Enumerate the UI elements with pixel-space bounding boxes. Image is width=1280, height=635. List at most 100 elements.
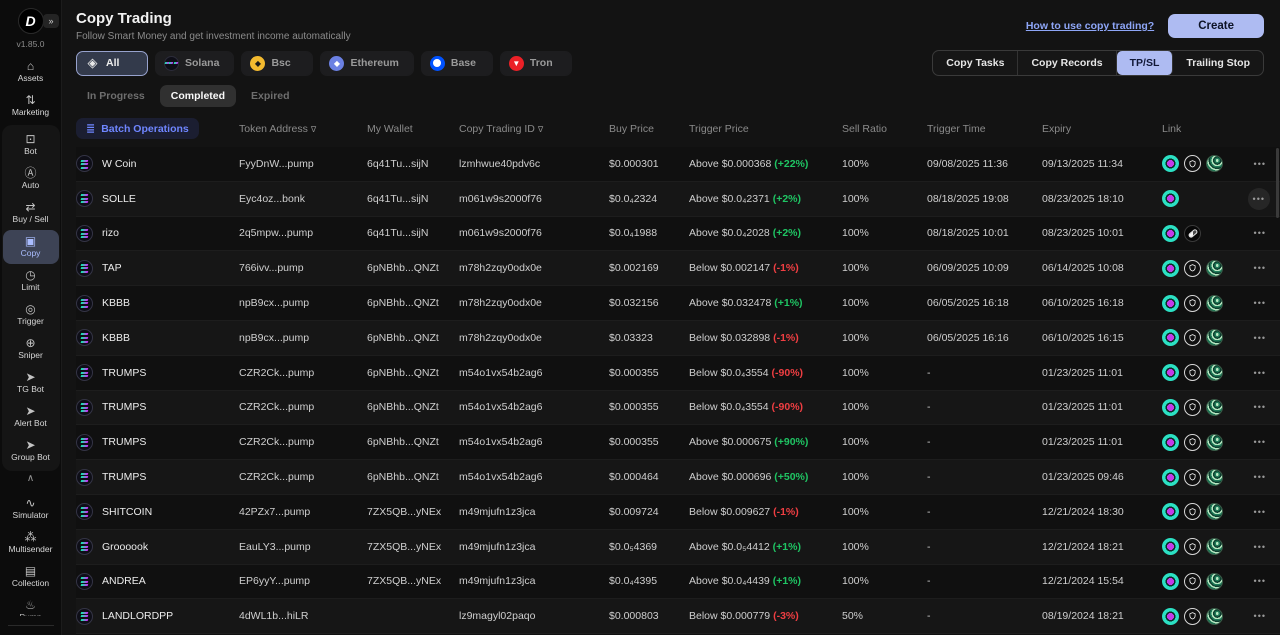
sphere-link-icon[interactable] — [1206, 329, 1223, 347]
pill-link-icon[interactable] — [1184, 224, 1201, 242]
column-header-token-address[interactable]: Token Address ∇ — [239, 123, 367, 135]
sidebar-item-assets[interactable]: ⌂ Assets — [3, 55, 59, 89]
teal-link-icon[interactable] — [1162, 538, 1179, 556]
sidebar-item-multisender[interactable]: ⁂ Multisender — [3, 526, 59, 560]
chain-tab-ethereum[interactable]: ◆ Ethereum — [320, 50, 414, 76]
row-more-button[interactable]: ••• — [1247, 187, 1270, 210]
row-more-button[interactable]: ••• — [1250, 573, 1270, 589]
row-more-button[interactable]: ••• — [1250, 434, 1270, 450]
app-logo[interactable]: D — [17, 8, 44, 34]
row-more-button[interactable]: ••• — [1250, 295, 1270, 311]
sphere-link-icon[interactable] — [1206, 572, 1223, 590]
scrollbar-thumb[interactable] — [1276, 148, 1279, 218]
shield-link-icon[interactable] — [1184, 503, 1201, 521]
sidebar-expand-button[interactable]: » — [43, 14, 59, 28]
teal-link-icon[interactable] — [1162, 224, 1179, 242]
row-more-button[interactable]: ••• — [1250, 608, 1270, 624]
teal-link-icon[interactable] — [1162, 503, 1179, 521]
sidebar-collapse-caret[interactable]: ∧ — [27, 471, 34, 487]
row-more-button[interactable]: ••• — [1250, 330, 1270, 346]
table-row[interactable]: LANDLORDPP 4dWL1b...hiLR lz9magyl02paqo … — [76, 599, 1280, 635]
table-row[interactable]: KBBB npB9cx...pump 6pNBhb...QNZt m78h2zq… — [76, 320, 1280, 356]
table-row[interactable]: TRUMPS CZR2Ck...pump 6pNBhb...QNZt m54o1… — [76, 355, 1280, 391]
teal-link-icon[interactable] — [1162, 468, 1179, 486]
table-row[interactable]: W Coin FyyDnW...pump 6q41Tu...sijN lzmhw… — [76, 147, 1280, 182]
table-row[interactable]: TRUMPS CZR2Ck...pump 6pNBhb...QNZt m54o1… — [76, 460, 1280, 495]
teal-link-icon[interactable] — [1162, 398, 1179, 416]
status-tab-in-progress[interactable]: In Progress — [76, 85, 156, 107]
sphere-link-icon[interactable] — [1206, 155, 1223, 173]
sidebar-item-copy[interactable]: ▣ Copy — [2, 230, 59, 264]
teal-link-icon[interactable] — [1162, 155, 1179, 173]
sidebar-item-trigger[interactable]: ◎ Trigger — [3, 298, 59, 332]
help-link[interactable]: How to use copy trading? — [1026, 20, 1154, 32]
sphere-link-icon[interactable] — [1206, 538, 1223, 556]
row-more-button[interactable]: ••• — [1250, 260, 1270, 276]
table-row[interactable]: KBBB npB9cx...pump 6pNBhb...QNZt m78h2zq… — [76, 286, 1280, 321]
view-tab-copy-tasks[interactable]: Copy Tasks — [933, 51, 1019, 75]
row-more-button[interactable]: ••• — [1250, 504, 1270, 520]
chain-tab-all[interactable]: ◈ All — [76, 50, 148, 76]
table-row[interactable]: SOLLE Eyc4oz...bonk 6q41Tu...sijN m061w9… — [76, 181, 1280, 217]
view-tab-trailing-stop[interactable]: Trailing Stop — [1173, 51, 1263, 75]
row-more-button[interactable]: ••• — [1250, 469, 1270, 485]
sidebar-item-buy-sell[interactable]: ⇄ Buy / Sell — [3, 196, 59, 230]
sidebar-item-simulator[interactable]: ∿ Simulator — [3, 492, 59, 526]
sidebar-item-sniper[interactable]: ⊕ Sniper — [3, 332, 59, 366]
status-tab-expired[interactable]: Expired — [240, 85, 301, 107]
status-tab-completed[interactable]: Completed — [159, 85, 237, 107]
shield-link-icon[interactable] — [1184, 329, 1201, 347]
sidebar-item-limit[interactable]: ◷ Limit — [3, 264, 59, 298]
chain-tab-solana[interactable]: Solana — [155, 50, 235, 76]
create-button[interactable]: Create — [1168, 14, 1264, 38]
chain-tab-bsc[interactable]: ◆ Bsc — [241, 50, 314, 76]
shield-link-icon[interactable] — [1184, 364, 1201, 382]
table-row[interactable]: Groooook EauLY3...pump 7ZX5QB...yNEx m49… — [76, 529, 1280, 565]
row-more-button[interactable]: ••• — [1250, 365, 1270, 381]
batch-operations-button[interactable]: ≣ Batch Operations — [76, 118, 199, 139]
sphere-link-icon[interactable] — [1206, 503, 1223, 521]
view-tab-copy-records[interactable]: Copy Records — [1018, 51, 1117, 75]
shield-link-icon[interactable] — [1184, 398, 1201, 416]
shield-link-icon[interactable] — [1184, 294, 1201, 312]
teal-link-icon[interactable] — [1162, 259, 1179, 277]
sidebar-item-marketing[interactable]: ⇅ Marketing — [3, 89, 59, 123]
filter-funnel-icon[interactable]: ∇ — [311, 125, 316, 134]
sphere-link-icon[interactable] — [1206, 294, 1223, 312]
sidebar-item-tg-bot[interactable]: ➤ TG Bot — [3, 366, 59, 400]
sidebar-item-bot[interactable]: ⊡ Bot — [3, 128, 59, 162]
row-more-button[interactable]: ••• — [1250, 539, 1270, 555]
shield-link-icon[interactable] — [1184, 155, 1201, 173]
table-row[interactable]: SHITCOIN 42PZx7...pump 7ZX5QB...yNEx m49… — [76, 494, 1280, 530]
sphere-link-icon[interactable] — [1206, 398, 1223, 416]
teal-link-icon[interactable] — [1162, 607, 1179, 625]
sidebar-item-pump[interactable]: ♨Pump — [3, 594, 59, 617]
teal-link-icon[interactable] — [1162, 572, 1179, 590]
shield-link-icon[interactable] — [1184, 468, 1201, 486]
sphere-link-icon[interactable] — [1206, 433, 1223, 451]
shield-link-icon[interactable] — [1184, 607, 1201, 625]
teal-link-icon[interactable] — [1162, 190, 1179, 208]
teal-link-icon[interactable] — [1162, 433, 1179, 451]
sidebar-item-alert-bot[interactable]: ➤ Alert Bot — [3, 400, 59, 434]
table-row[interactable]: TRUMPS CZR2Ck...pump 6pNBhb...QNZt m54o1… — [76, 390, 1280, 426]
row-more-button[interactable]: ••• — [1250, 156, 1270, 172]
shield-link-icon[interactable] — [1184, 572, 1201, 590]
filter-funnel-icon[interactable]: ∇ — [538, 125, 543, 134]
sidebar-item-auto[interactable]: Ⓐ Auto — [3, 162, 59, 196]
teal-link-icon[interactable] — [1162, 364, 1179, 382]
table-row[interactable]: ANDREA EP6yyY...pump 7ZX5QB...yNEx m49mj… — [76, 564, 1280, 600]
shield-link-icon[interactable] — [1184, 538, 1201, 556]
table-row[interactable]: TRUMPS CZR2Ck...pump 6pNBhb...QNZt m54o1… — [76, 425, 1280, 461]
sphere-link-icon[interactable] — [1206, 259, 1223, 277]
view-tab-tp-sl[interactable]: TP/SL — [1116, 51, 1174, 75]
sphere-link-icon[interactable] — [1206, 607, 1223, 625]
table-row[interactable]: rizo 2q5mpw...pump 6q41Tu...sijN m061w9s… — [76, 216, 1280, 252]
row-more-button[interactable]: ••• — [1250, 225, 1270, 241]
sphere-link-icon[interactable] — [1206, 364, 1223, 382]
shield-link-icon[interactable] — [1184, 259, 1201, 277]
chain-tab-tron[interactable]: ▼ Tron — [499, 50, 572, 76]
teal-link-icon[interactable] — [1162, 329, 1179, 347]
table-row[interactable]: TAP 766ivv...pump 6pNBhb...QNZt m78h2zqy… — [76, 251, 1280, 287]
teal-link-icon[interactable] — [1162, 294, 1179, 312]
